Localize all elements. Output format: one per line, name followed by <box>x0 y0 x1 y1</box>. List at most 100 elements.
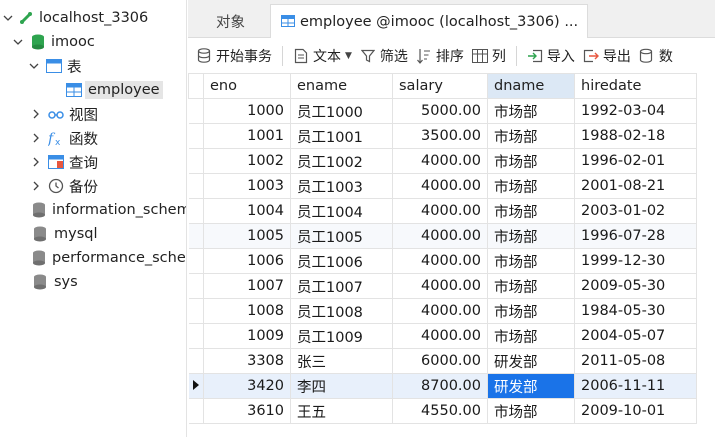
cell-hiredate[interactable]: 2003-01-02 <box>574 198 697 224</box>
column-header-salary[interactable]: salary <box>392 73 488 99</box>
row-selector[interactable] <box>188 248 204 274</box>
cell-eno[interactable]: 1006 <box>203 248 291 274</box>
cell-salary[interactable]: 4550.00 <box>392 398 488 424</box>
cell-dname[interactable]: 市场部 <box>487 323 575 349</box>
table-row[interactable]: 1006 员工1006 4000.00 市场部 1999-12-30 <box>188 248 697 274</box>
cell-ename[interactable]: 员工1007 <box>290 273 393 299</box>
cell-ename[interactable]: 员工1001 <box>290 123 393 149</box>
table-row[interactable]: 1001 员工1001 3500.00 市场部 1988-02-18 <box>188 123 697 149</box>
cell-hiredate[interactable]: 2006-11-11 <box>574 373 697 399</box>
cell-ename[interactable]: 李四 <box>290 373 393 399</box>
row-selector[interactable] <box>188 373 204 399</box>
table-row[interactable]: 1003 员工1003 4000.00 市场部 2001-08-21 <box>188 173 697 199</box>
tree-database-sys[interactable]: sys <box>0 270 186 294</box>
tree-database-imooc[interactable]: imooc <box>0 30 186 54</box>
cell-eno[interactable]: 3420 <box>203 373 291 399</box>
cell-eno[interactable]: 1001 <box>203 123 291 149</box>
cell-eno[interactable]: 1002 <box>203 148 291 174</box>
tree-database-performance-schema[interactable]: performance_schema <box>0 246 186 270</box>
cell-ename[interactable]: 员工1006 <box>290 248 393 274</box>
cell-eno[interactable]: 1007 <box>203 273 291 299</box>
table-row[interactable]: 3308 张三 6000.00 研发部 2011-05-08 <box>188 348 697 374</box>
chevron-right-icon[interactable] <box>30 132 42 144</box>
chevron-down-icon[interactable] <box>2 12 14 24</box>
table-row[interactable]: 3610 王五 4550.00 市场部 2009-10-01 <box>188 398 697 424</box>
cell-hiredate[interactable]: 1984-05-30 <box>574 298 697 324</box>
cell-salary[interactable]: 4000.00 <box>392 148 488 174</box>
cell-eno[interactable]: 3308 <box>203 348 291 374</box>
column-header-hiredate[interactable]: hiredate <box>574 73 697 99</box>
row-selector[interactable] <box>188 98 204 124</box>
chevron-down-icon[interactable] <box>28 60 40 72</box>
cell-salary[interactable]: 4000.00 <box>392 323 488 349</box>
tree-backups-group[interactable]: 备份 <box>0 174 186 198</box>
cell-hiredate[interactable]: 2009-05-30 <box>574 273 697 299</box>
cell-eno[interactable]: 1008 <box>203 298 291 324</box>
column-header-dname[interactable]: dname <box>487 73 575 99</box>
row-selector[interactable] <box>188 273 204 299</box>
table-row[interactable]: 1005 员工1005 4000.00 市场部 1996-07-28 <box>188 223 697 249</box>
cell-dname[interactable]: 市场部 <box>487 248 575 274</box>
cell-ename[interactable]: 员工1000 <box>290 98 393 124</box>
cell-salary[interactable]: 4000.00 <box>392 198 488 224</box>
cell-dname[interactable]: 市场部 <box>487 173 575 199</box>
cell-ename[interactable]: 王五 <box>290 398 393 424</box>
cell-dname[interactable]: 市场部 <box>487 298 575 324</box>
begin-transaction-button[interactable]: 开始事务 <box>192 41 276 71</box>
cell-dname[interactable]: 研发部 <box>487 348 575 374</box>
cell-salary[interactable]: 4000.00 <box>392 273 488 299</box>
cell-ename[interactable]: 员工1002 <box>290 148 393 174</box>
tree-table-employee[interactable]: employee <box>0 78 186 102</box>
table-row[interactable]: 1009 员工1009 4000.00 市场部 2004-05-07 <box>188 323 697 349</box>
cell-salary[interactable]: 4000.00 <box>392 173 488 199</box>
chevron-right-icon[interactable] <box>30 180 42 192</box>
tree-database-information-schema[interactable]: information_schema <box>0 198 186 222</box>
column-header-ename[interactable]: ename <box>290 73 393 99</box>
cell-dname[interactable]: 市场部 <box>487 223 575 249</box>
table-row[interactable]: 1007 员工1007 4000.00 市场部 2009-05-30 <box>188 273 697 299</box>
cell-dname[interactable]: 市场部 <box>487 123 575 149</box>
cell-salary[interactable]: 4000.00 <box>392 223 488 249</box>
tree-views-group[interactable]: 视图 <box>0 102 186 126</box>
row-selector[interactable] <box>188 123 204 149</box>
cell-ename[interactable]: 员工1004 <box>290 198 393 224</box>
cell-eno[interactable]: 1000 <box>203 98 291 124</box>
import-button[interactable]: 导入 <box>523 41 579 71</box>
chevron-right-icon[interactable] <box>30 156 42 168</box>
filter-button[interactable]: 筛选 <box>356 41 412 71</box>
tree-queries-group[interactable]: 查询 <box>0 150 186 174</box>
table-row[interactable]: 1004 员工1004 4000.00 市场部 2003-01-02 <box>188 198 697 224</box>
table-row[interactable]: 3420 李四 8700.00 研发部 2006-11-11 <box>188 373 697 399</box>
table-row[interactable]: 1002 员工1002 4000.00 市场部 1996-02-01 <box>188 148 697 174</box>
cell-eno[interactable]: 1004 <box>203 198 291 224</box>
cell-ename[interactable]: 张三 <box>290 348 393 374</box>
cell-salary[interactable]: 5000.00 <box>392 98 488 124</box>
cell-hiredate[interactable]: 1992-03-04 <box>574 98 697 124</box>
cell-eno[interactable]: 1005 <box>203 223 291 249</box>
tree-functions-group[interactable]: fx 函数 <box>0 126 186 150</box>
cell-dname[interactable]: 市场部 <box>487 273 575 299</box>
row-selector[interactable] <box>188 148 204 174</box>
cell-ename[interactable]: 员工1009 <box>290 323 393 349</box>
row-selector[interactable] <box>188 198 204 224</box>
cell-ename[interactable]: 员工1003 <box>290 173 393 199</box>
row-selector[interactable] <box>188 223 204 249</box>
cell-salary[interactable]: 3500.00 <box>392 123 488 149</box>
data-generation-button[interactable]: 数 <box>635 41 677 71</box>
text-button[interactable]: 文本 ▼ <box>289 41 356 71</box>
columns-button[interactable]: 列 <box>468 41 510 71</box>
row-selector[interactable] <box>188 323 204 349</box>
tree-tables-group[interactable]: 表 <box>0 54 186 78</box>
cell-dname[interactable]: 市场部 <box>487 198 575 224</box>
cell-eno[interactable]: 1009 <box>203 323 291 349</box>
cell-hiredate[interactable]: 2004-05-07 <box>574 323 697 349</box>
tab-employee-table[interactable]: employee @imooc (localhost_3306) ... <box>270 4 588 38</box>
tab-objects[interactable]: 对象 <box>206 4 255 38</box>
cell-ename[interactable]: 员工1008 <box>290 298 393 324</box>
cell-dname[interactable]: 市场部 <box>487 398 575 424</box>
cell-eno[interactable]: 3610 <box>203 398 291 424</box>
chevron-down-icon[interactable] <box>12 36 24 48</box>
cell-eno[interactable]: 1003 <box>203 173 291 199</box>
cell-ename[interactable]: 员工1005 <box>290 223 393 249</box>
cell-hiredate[interactable]: 2001-08-21 <box>574 173 697 199</box>
